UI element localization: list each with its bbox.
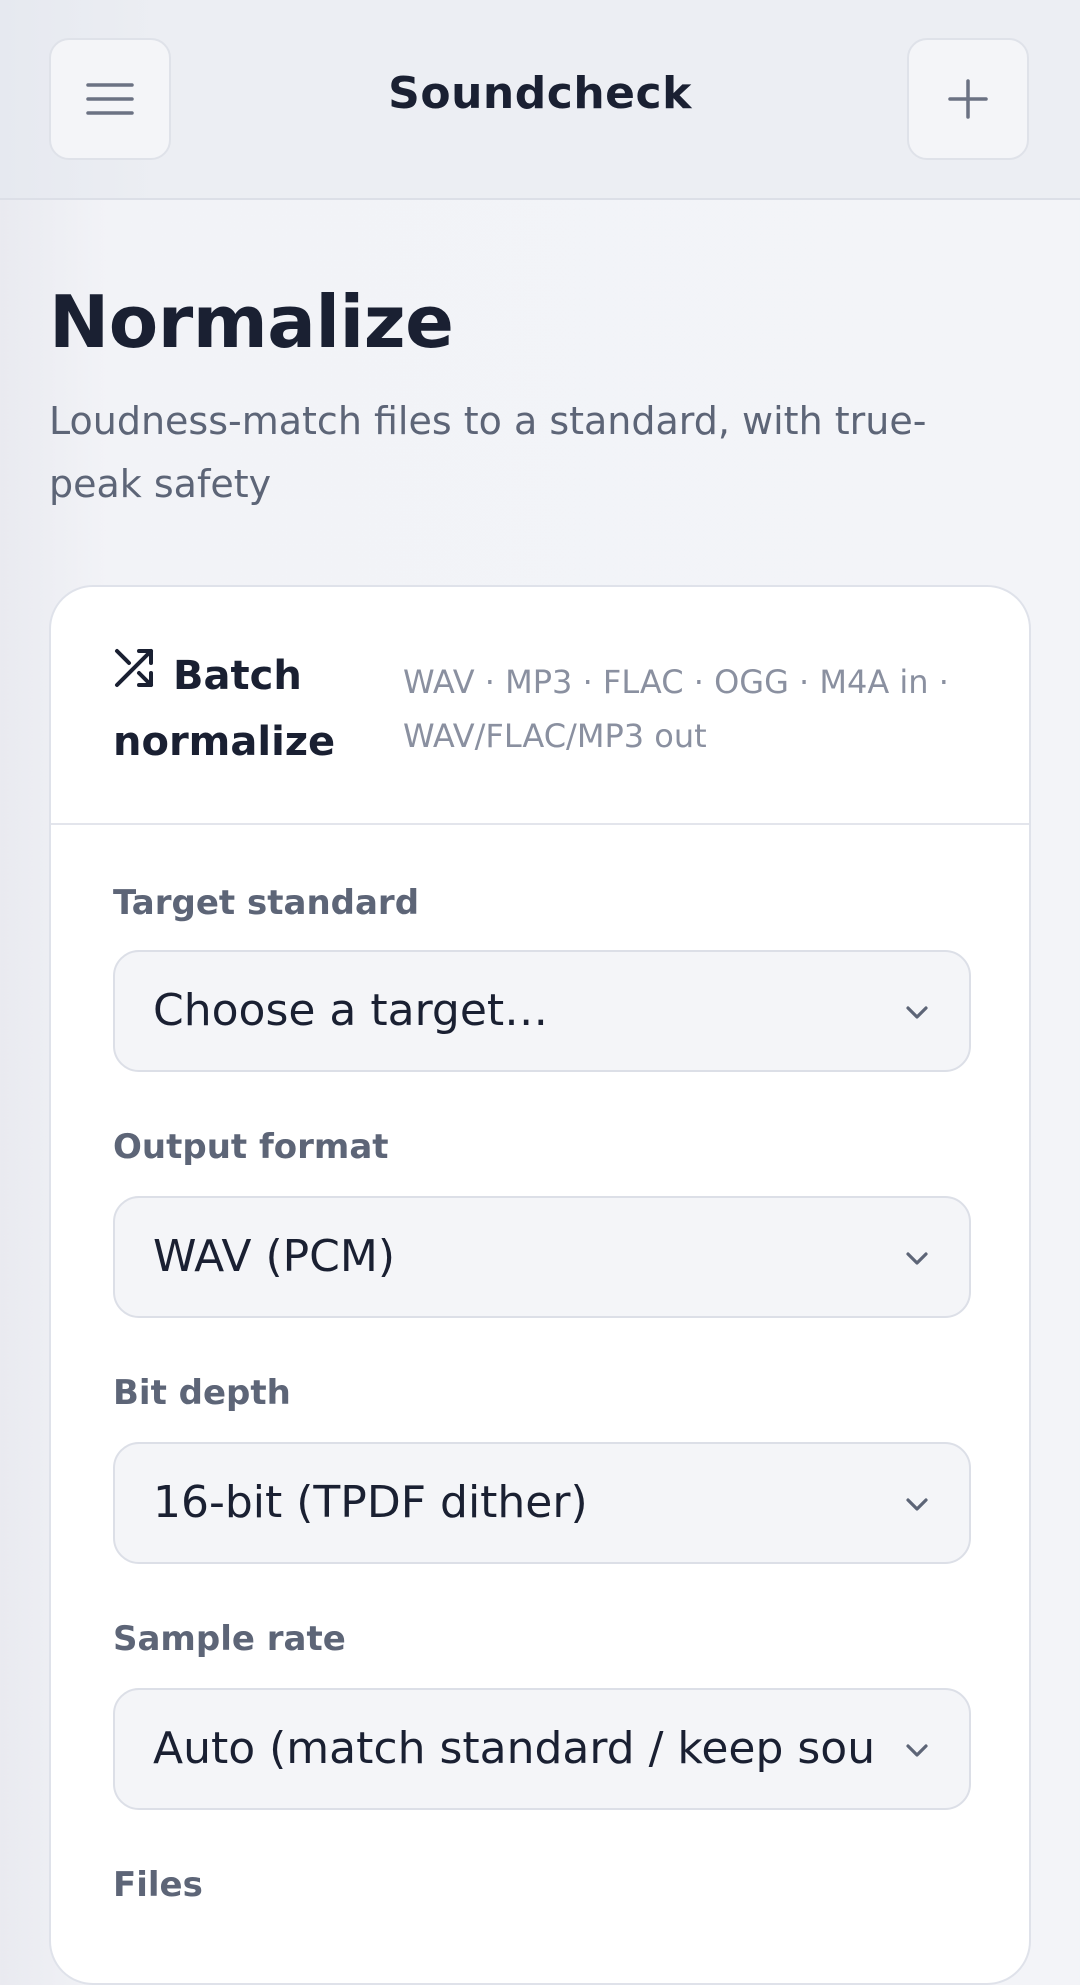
app-header: Soundcheck bbox=[0, 0, 1080, 200]
target-standard-label: Target standard bbox=[113, 883, 420, 923]
target-standard-select[interactable]: Choose a target… bbox=[113, 950, 971, 1072]
bit-depth-label: Bit depth bbox=[113, 1373, 291, 1413]
page-title: Normalize bbox=[49, 280, 454, 364]
card-header: Batch normalize WAV · MP3 · FLAC · OGG ·… bbox=[51, 587, 1029, 825]
output-format-select[interactable]: WAV (PCM) bbox=[113, 1196, 971, 1318]
add-button[interactable] bbox=[907, 38, 1029, 160]
bit-depth-value: 16-bit (TPDF dither) bbox=[153, 1477, 588, 1528]
sample-rate-label: Sample rate bbox=[113, 1619, 346, 1659]
chevron-down-icon bbox=[906, 1744, 928, 1757]
target-standard-value: Choose a target… bbox=[153, 985, 549, 1036]
files-label: Files bbox=[113, 1865, 203, 1905]
supported-formats: WAV · MP3 · FLAC · OGG · M4A in · WAV/FL… bbox=[403, 663, 949, 755]
sample-rate-select[interactable]: Auto (match standard / keep source) bbox=[113, 1688, 971, 1810]
batch-normalize-card: Batch normalize WAV · MP3 · FLAC · OGG ·… bbox=[49, 585, 1031, 1985]
chevron-down-icon bbox=[906, 1498, 928, 1511]
sample-rate-value: Auto (match standard / keep source) bbox=[153, 1723, 873, 1774]
output-format-label: Output format bbox=[113, 1127, 389, 1167]
chevron-down-icon bbox=[906, 1252, 928, 1265]
output-format-value: WAV (PCM) bbox=[153, 1231, 396, 1282]
plus-icon bbox=[948, 79, 988, 119]
page-subtitle: Loudness-match files to a standard, with… bbox=[49, 399, 927, 506]
chevron-down-icon bbox=[906, 1006, 928, 1019]
bit-depth-select[interactable]: 16-bit (TPDF dither) bbox=[113, 1442, 971, 1564]
card-title: Batch normalize bbox=[113, 653, 336, 765]
